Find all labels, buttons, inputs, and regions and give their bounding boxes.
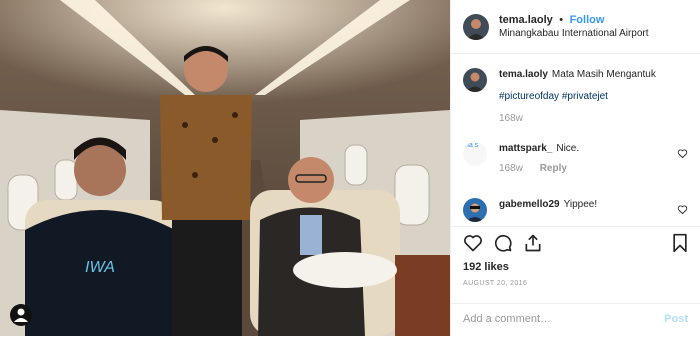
- post-sidebar: tema.laoly • Follow Minangkabau Internat…: [450, 0, 700, 336]
- comment-icon[interactable]: [493, 233, 513, 253]
- caption-body: tema.laoly Mata Masih Mengantuk #pictureo…: [499, 68, 688, 126]
- share-icon[interactable]: [523, 233, 543, 253]
- post-comment-button[interactable]: Post: [664, 313, 688, 325]
- caption-item: tema.laoly Mata Masih Mengantuk #pictureo…: [463, 68, 688, 126]
- instagram-post-frame: IWA tema.laoly • Follow Minangkabau Inte…: [0, 0, 700, 336]
- comment-body: mattspark_ Nice. 168w Reply: [499, 142, 688, 176]
- action-icons: [461, 233, 690, 257]
- comment-text: Yippee!: [563, 199, 598, 210]
- author-avatar[interactable]: [463, 13, 489, 40]
- comments-list: tema.laoly Mata Masih Mengantuk #pictureo…: [451, 54, 700, 224]
- comment-avatar[interactable]: [463, 198, 487, 222]
- comment-like-icon[interactable]: [677, 204, 688, 215]
- profile-icon[interactable]: [10, 304, 32, 326]
- comment-item: gabemello29 Yippee!: [463, 198, 688, 222]
- author-username[interactable]: tema.laoly: [499, 14, 553, 26]
- post-header: tema.laoly • Follow Minangkabau Internat…: [451, 0, 700, 54]
- post-date[interactable]: AUGUST 20, 2016: [463, 280, 527, 287]
- bookmark-icon[interactable]: [670, 233, 690, 253]
- add-comment-bar: Add a comment… Post: [451, 303, 700, 338]
- caption-username[interactable]: tema.laoly: [499, 69, 548, 80]
- comment-avatar[interactable]: ma s: [463, 142, 487, 166]
- caption-time[interactable]: 168w: [499, 113, 523, 124]
- comment-like-icon[interactable]: [677, 148, 688, 159]
- comment-body: gabemello29 Yippee!: [499, 198, 688, 222]
- caption-hashtags[interactable]: #pictureofday #privatejet: [499, 90, 688, 104]
- add-comment-input[interactable]: Add a comment…: [463, 313, 551, 325]
- caption-text: Mata Masih Mengantuk: [551, 69, 656, 80]
- comment-item: ma s mattspark_ Nice. 168w Reply: [463, 142, 688, 176]
- header-text: tema.laoly • Follow Minangkabau Internat…: [499, 12, 649, 41]
- jet-cabin-photo: IWA: [0, 0, 450, 336]
- reply-button[interactable]: Reply: [540, 163, 567, 174]
- avatar-alt-text: ma s: [463, 142, 487, 166]
- post-photo[interactable]: IWA: [0, 0, 450, 336]
- caption-avatar[interactable]: [463, 68, 487, 92]
- location-link[interactable]: Minangkabau International Airport: [499, 27, 649, 41]
- comment-username[interactable]: mattspark_: [499, 143, 552, 154]
- separator-dot: •: [559, 14, 564, 26]
- post-actions: 192 likes AUGUST 20, 2016 Add a comment……: [451, 226, 700, 337]
- comment-username[interactable]: gabemello29: [499, 199, 560, 210]
- comment-text: Nice.: [556, 143, 580, 154]
- svg-text:IWA: IWA: [85, 259, 115, 276]
- likes-count[interactable]: 192 likes: [463, 261, 509, 273]
- follow-button[interactable]: Follow: [570, 14, 605, 26]
- heart-icon[interactable]: [463, 233, 483, 253]
- comment-time[interactable]: 168w: [499, 163, 523, 174]
